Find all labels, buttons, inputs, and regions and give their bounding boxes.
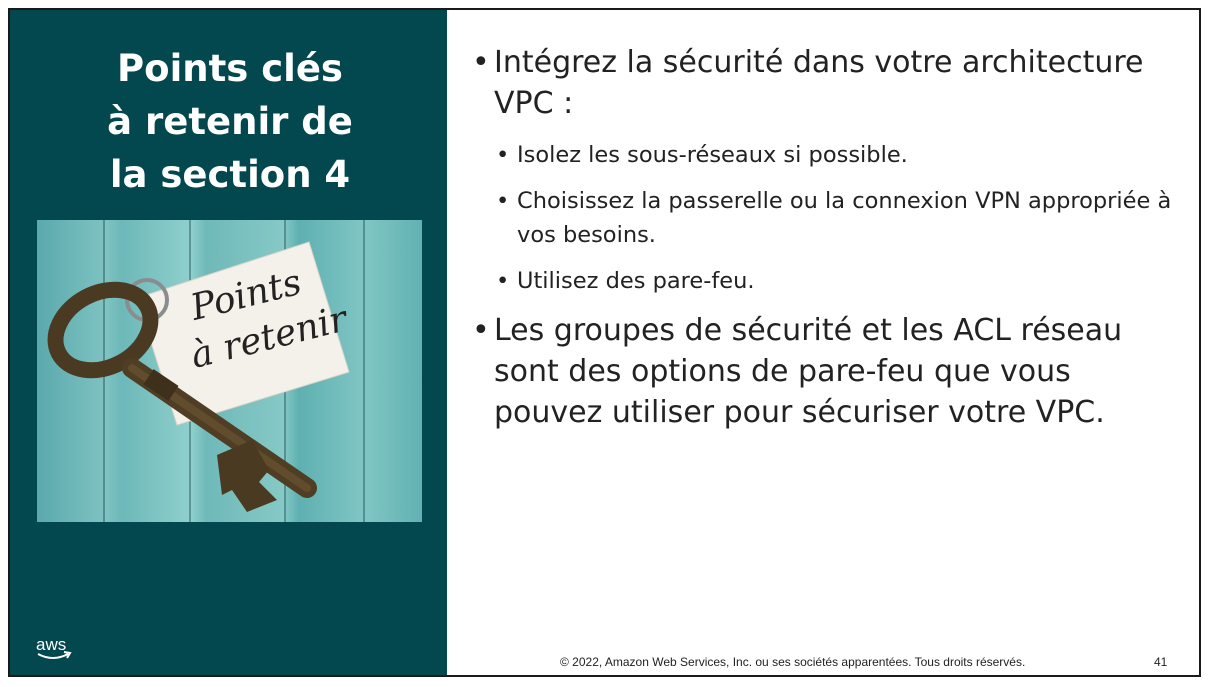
sub-bullet-item: Isolez les sous-réseaux si possible. — [472, 138, 1172, 172]
key-with-tag-photo: Points à retenir — [37, 220, 422, 522]
sub-bullet-item: Utilisez des pare-feu. — [472, 264, 1172, 298]
sub-bullet-item: Choisissez la passerelle ou la connexion… — [472, 184, 1172, 252]
page-number: 41 — [1154, 655, 1168, 669]
slide: Points clés à retenir de la section 4 Po… — [8, 8, 1201, 677]
copyright-footer: © 2022, Amazon Web Services, Inc. ou ses… — [560, 655, 1026, 669]
aws-smile-icon — [37, 651, 72, 659]
bullet-list: Intégrez la sécurité dans votre architec… — [472, 42, 1172, 447]
left-panel: Points clés à retenir de la section 4 Po… — [10, 10, 447, 675]
bullet-item: Les groupes de sécurité et les ACL résea… — [472, 310, 1172, 433]
section-title: Points clés à retenir de la section 4 — [107, 47, 353, 196]
aws-logo: aws — [36, 636, 76, 662]
key-illustration — [47, 241, 350, 512]
bullet-item: Intégrez la sécurité dans votre architec… — [472, 42, 1172, 124]
